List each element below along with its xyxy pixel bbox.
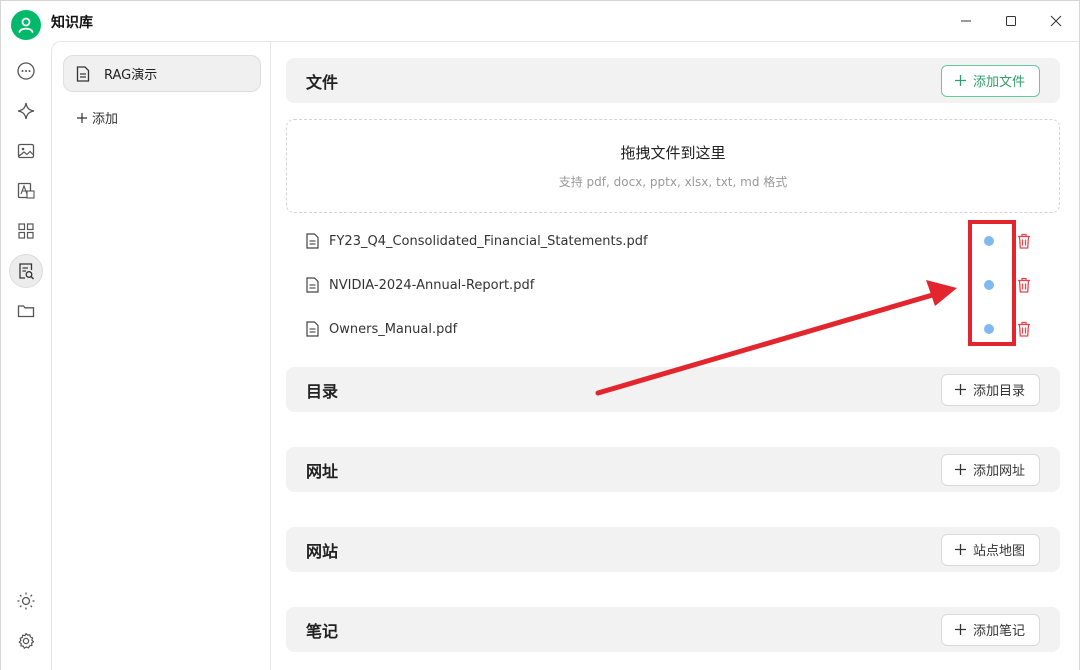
plus-icon (954, 75, 966, 86)
minimize-icon (961, 20, 971, 22)
close-icon (1050, 15, 1062, 27)
website-section-header: 网站 站点地图 (286, 527, 1060, 572)
close-button[interactable] (1036, 7, 1076, 35)
file-row[interactable]: NVIDIA-2024-Annual-Report.pdf (306, 270, 1041, 300)
trash-icon (1018, 233, 1030, 249)
nav-knowledge[interactable] (9, 254, 43, 288)
folder-icon (17, 305, 35, 318)
notes-section-title: 笔记 (306, 621, 339, 641)
add-directory-label: 添加目录 (972, 384, 1025, 399)
translate-icon (17, 182, 35, 199)
knowledge-base-detail: 文件 添加文件 拖拽文件到这里 支持 pdf, docx, pptx, xlsx… (271, 41, 1079, 670)
delete-file-button[interactable] (1016, 276, 1032, 294)
directory-section-title: 目录 (306, 381, 339, 401)
knowledge-icon (19, 263, 34, 280)
file-name: Owners_Manual.pdf (329, 321, 458, 337)
minimize-button[interactable] (946, 7, 986, 35)
sitemap-label: 站点地图 (972, 544, 1025, 559)
url-section-header: 网址 添加网址 (286, 447, 1060, 492)
user-avatar[interactable] (11, 10, 41, 40)
file-icon (306, 321, 319, 337)
file-row[interactable]: FY23_Q4_Consolidated_Financial_Statement… (306, 226, 1041, 256)
window-title: 知识库 (51, 15, 93, 31)
plus-icon (954, 464, 966, 475)
nav-rail (1, 41, 51, 670)
trash-icon (1018, 321, 1030, 337)
plus-icon (954, 624, 966, 635)
directory-section-header: 目录 添加目录 (286, 367, 1060, 412)
document-icon (76, 65, 90, 82)
sparkle-icon (17, 102, 35, 120)
image-icon (17, 143, 35, 159)
notes-section-header: 笔记 添加笔记 (286, 607, 1060, 652)
file-name: NVIDIA-2024-Annual-Report.pdf (329, 277, 535, 293)
nav-translate[interactable] (9, 174, 43, 208)
nav-files[interactable] (9, 294, 43, 328)
plus-icon (954, 384, 966, 395)
theme-icon (17, 592, 35, 610)
maximize-icon (1006, 16, 1016, 26)
nav-chat[interactable] (9, 54, 43, 88)
add-directory-button[interactable]: 添加目录 (940, 373, 1040, 406)
nav-theme[interactable] (9, 584, 43, 618)
knowledge-base-list: RAG演示 添加 (51, 41, 271, 670)
add-url-label: 添加网址 (972, 464, 1025, 479)
user-icon (18, 17, 34, 33)
add-knowledge-base-label: 添加 (92, 112, 119, 127)
nav-apps[interactable] (9, 214, 43, 248)
file-row[interactable]: Owners_Manual.pdf (306, 314, 1041, 344)
kb-item-rag-demo[interactable]: RAG演示 (63, 55, 261, 92)
dropzone-hint: 支持 pdf, docx, pptx, xlsx, txt, md 格式 (558, 175, 788, 189)
delete-file-button[interactable] (1016, 320, 1032, 338)
add-file-label: 添加文件 (972, 75, 1025, 90)
chat-icon (17, 62, 35, 80)
add-file-button[interactable]: 添加文件 (940, 64, 1040, 97)
maximize-button[interactable] (991, 7, 1031, 35)
dropzone-title: 拖拽文件到这里 (620, 144, 726, 162)
website-section-title: 网站 (306, 541, 339, 561)
url-section-title: 网址 (306, 461, 339, 481)
plus-icon (77, 112, 87, 123)
nav-assistant[interactable] (9, 94, 43, 128)
title-bar: 知识库 (1, 1, 1079, 41)
sitemap-button[interactable]: 站点地图 (940, 533, 1040, 566)
annotation-highlight-box (968, 220, 1016, 346)
add-url-button[interactable]: 添加网址 (940, 453, 1040, 486)
delete-file-button[interactable] (1016, 232, 1032, 250)
nav-settings[interactable] (9, 624, 43, 658)
file-icon (306, 233, 319, 249)
apps-icon (18, 223, 34, 239)
plus-icon (954, 544, 966, 555)
settings-icon (18, 632, 35, 649)
add-note-button[interactable]: 添加笔记 (940, 613, 1040, 646)
files-section-title: 文件 (306, 72, 339, 92)
file-name: FY23_Q4_Consolidated_Financial_Statement… (329, 233, 648, 249)
nav-image[interactable] (9, 134, 43, 168)
add-note-label: 添加笔记 (972, 624, 1025, 639)
file-icon (306, 277, 319, 293)
add-knowledge-base-button[interactable]: 添加 (76, 108, 118, 127)
kb-item-label: RAG演示 (104, 68, 158, 83)
files-section-header: 文件 添加文件 (286, 58, 1060, 103)
trash-icon (1018, 277, 1030, 293)
app-window: 知识库 RAG演示 添加 文件 添加文件 拖拽文件到这里 支持 pdf, doc… (0, 0, 1080, 670)
file-dropzone[interactable]: 拖拽文件到这里 支持 pdf, docx, pptx, xlsx, txt, m… (286, 119, 1060, 213)
